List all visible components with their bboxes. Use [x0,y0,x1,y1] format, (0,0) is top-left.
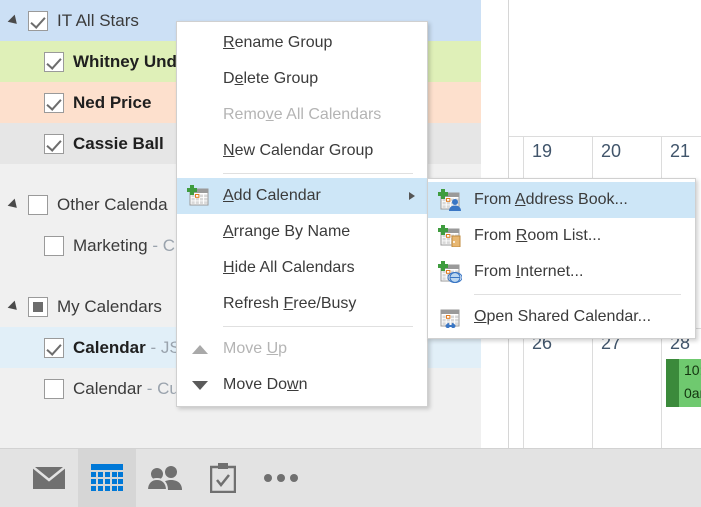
menu-item-from-address-book[interactable]: From Address Book... [428,182,695,218]
calendar-week-row: 26272810:30am [509,328,701,448]
calendar-icon [91,464,123,492]
nav-button-calendar[interactable] [78,449,136,507]
submenu-arrow-icon [409,192,415,200]
calendar-group-context-menu[interactable]: Rename Group Delete Group Remove All Calen… [176,21,428,407]
menu-item-label: Move Up [223,340,287,358]
checkbox-calendar[interactable] [44,379,64,399]
menu-item-hide-all-calendars[interactable]: Hide All Calendars [177,250,427,286]
arrow-down-icon [192,381,208,390]
menu-item-label: Arrange By Name [223,223,350,241]
calendar-room-icon [438,225,462,247]
checkbox-cassie-ball[interactable] [44,134,64,154]
calendar-day-number: 20 [601,141,621,162]
module-navigation-bar[interactable] [0,448,701,507]
menu-item-label: From Internet... [474,263,583,281]
calendar-person-icon [438,189,462,211]
calendar-event[interactable]: 10:30am [666,359,701,407]
tree-item-label: Whitney Und [73,52,177,72]
tree-item-label: IT All Stars [57,11,139,31]
calendar-shared-icon [438,306,462,328]
menu-item-remove-all-calendars[interactable]: Remove All Calendars [177,97,427,133]
event-category-bar [666,359,679,407]
menu-item-label: Move Down [223,376,308,394]
calendar-shared-icon [438,306,462,328]
people-icon [147,465,183,491]
menu-separator [223,326,413,327]
menu-item-label: Refresh Free/Busy [223,295,356,313]
tree-item-sublabel: - C [148,236,175,256]
menu-item-label: Add Calendar [223,187,321,205]
tasks-icon [210,463,236,493]
menu-item-new-calendar-group[interactable]: New Calendar Group [177,133,427,169]
calendar-day-cell[interactable]: 2810:30am [661,329,701,448]
nav-button-more[interactable] [252,449,310,507]
checkbox-it-all-stars[interactable] [28,11,48,31]
disclosure-triangle-icon[interactable] [8,299,24,315]
menu-separator [223,173,413,174]
menu-item-add-calendar[interactable]: Add Calendar [177,178,427,214]
add-calendar-submenu[interactable]: From Address Book... From Room List... Fro… [427,178,696,339]
menu-item-label: Open Shared Calendar... [474,308,651,326]
mail-icon [32,465,66,491]
nav-button-people[interactable] [136,449,194,507]
menu-item-label: Delete Group [223,70,318,88]
checkbox-other-calenda[interactable] [28,195,48,215]
outlook-calendar-window: IT All Stars Whitney Und Ned Price Cassie B… [0,0,701,507]
menu-item-label: From Address Book... [474,191,628,209]
menu-item-from-internet[interactable]: From Internet... [428,254,695,290]
calendar-plus-icon [187,185,211,207]
checkbox-whitney-und[interactable] [44,52,64,72]
calendar-room-icon [438,225,462,247]
menu-item-label: Rename Group [223,34,332,52]
tree-item-label: Ned Price [73,93,151,113]
calendar-day-cell[interactable]: 26 [523,329,592,448]
checkbox-marketing[interactable] [44,236,64,256]
checkbox-ned-price[interactable] [44,93,64,113]
menu-item-from-room-list[interactable]: From Room List... [428,218,695,254]
calendar-person-icon [438,189,462,211]
menu-item-refresh-free-busy[interactable]: Refresh Free/Busy [177,286,427,322]
calendar-day-cell[interactable]: 27 [592,329,661,448]
menu-item-move-down[interactable]: Move Down [177,367,427,403]
event-label: 10:30am [679,359,701,407]
calendar-plus-icon [187,185,211,207]
disclosure-triangle-icon[interactable] [8,13,24,29]
ellipsis-icon [264,473,298,483]
checkbox-my-calendars[interactable] [28,297,48,317]
tree-item-label: My Calendars [57,297,162,317]
calendar-globe-icon [438,261,462,283]
menu-item-arrange-by-name[interactable]: Arrange By Name [177,214,427,250]
menu-item-delete-group[interactable]: Delete Group [177,61,427,97]
menu-item-open-shared-calendar[interactable]: Open Shared Calendar... [428,299,695,335]
menu-item-move-up[interactable]: Move Up [177,331,427,367]
menu-item-label: New Calendar Group [223,142,373,160]
menu-item-label: Remove All Calendars [223,106,381,124]
tree-item-label: Cassie Ball [73,134,164,154]
nav-button-tasks[interactable] [194,449,252,507]
calendar-day-number: 19 [532,141,552,162]
checkbox-calendar[interactable] [44,338,64,358]
tree-item-label: Marketing [73,236,148,256]
tree-item-label: Calendar [73,338,146,358]
tree-item-label: Calendar [73,379,142,399]
tree-item-label: Other Calenda [57,195,168,215]
menu-item-label: Hide All Calendars [223,259,355,277]
menu-item-rename-group[interactable]: Rename Group [177,25,427,61]
calendar-day-number: 21 [670,141,690,162]
arrow-up-icon [192,345,208,354]
disclosure-triangle-icon[interactable] [8,197,24,213]
menu-separator [474,294,681,295]
nav-button-mail[interactable] [20,449,78,507]
menu-item-label: From Room List... [474,227,601,245]
calendar-globe-icon [438,261,462,283]
